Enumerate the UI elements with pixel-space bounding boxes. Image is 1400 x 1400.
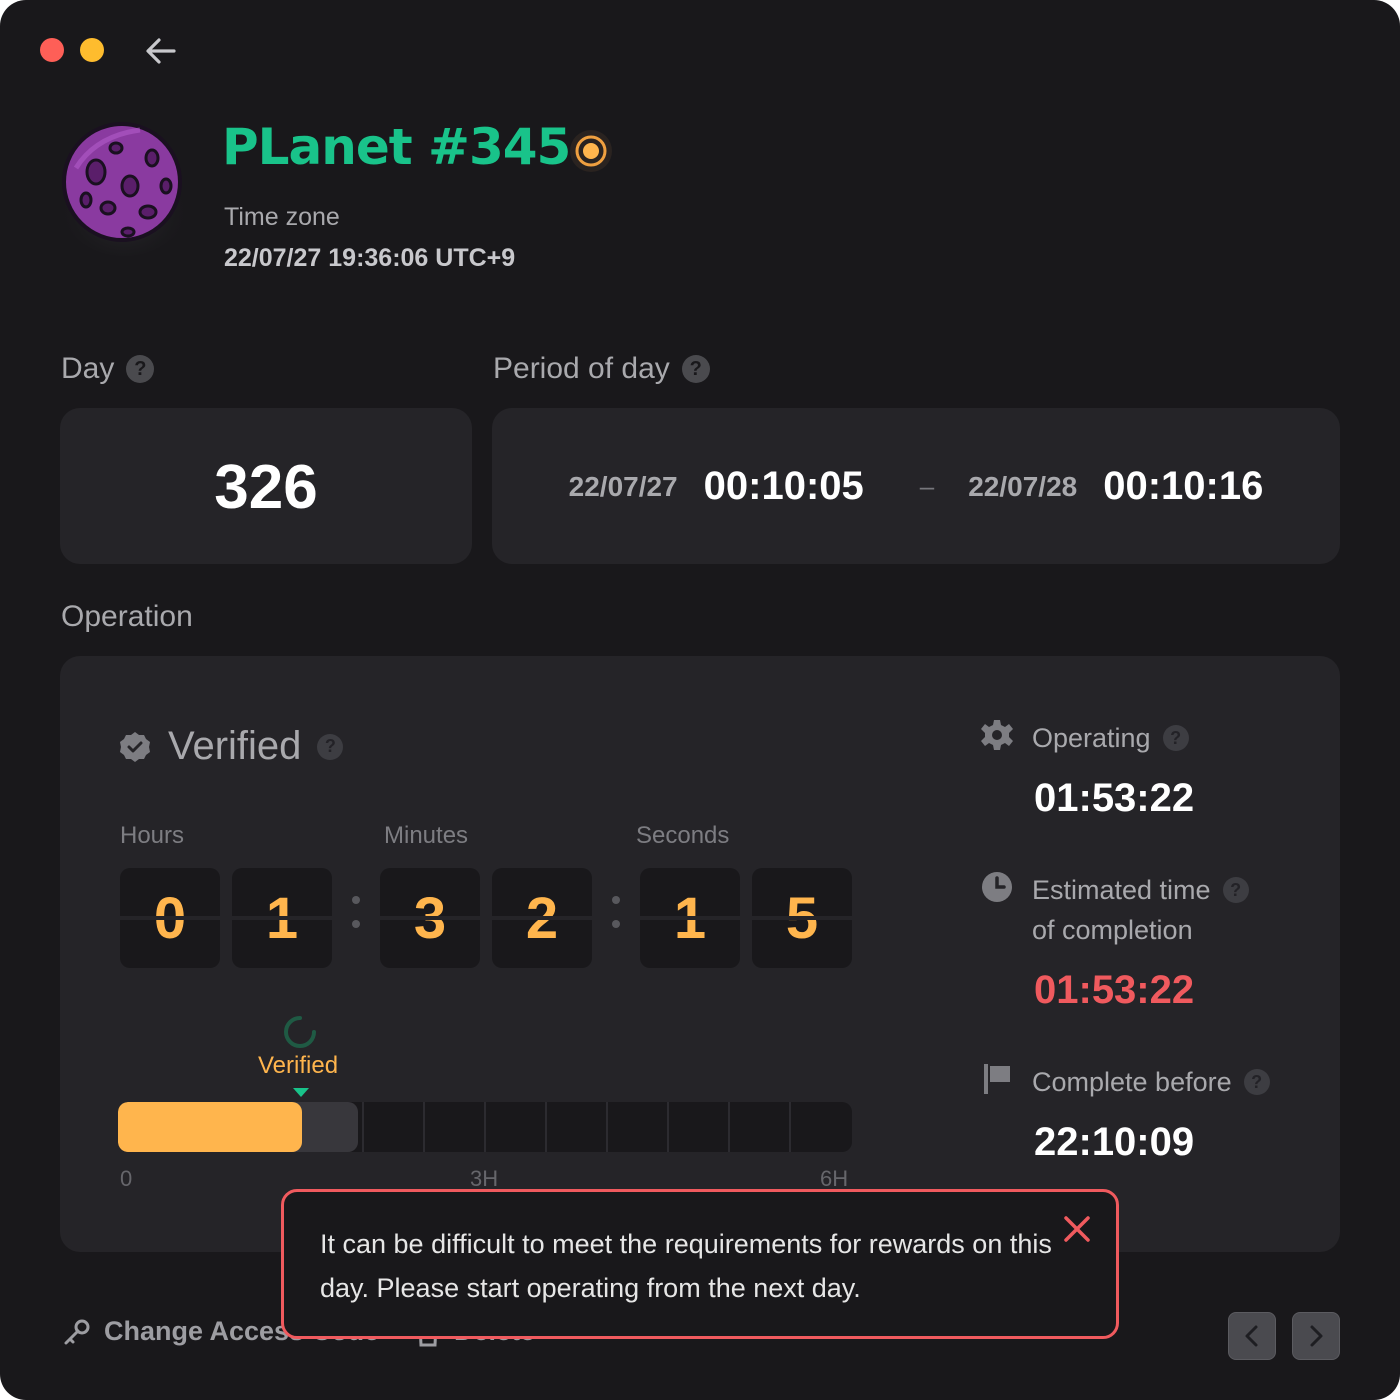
hours-ones-digit: 1 — [232, 868, 332, 968]
chevron-right-icon — [1310, 1325, 1323, 1347]
day-card: 326 — [60, 408, 472, 564]
complete-before-value: 22:10:09 — [1034, 1120, 1195, 1164]
estimated-label-line2: of completion — [1032, 915, 1193, 945]
operating-value: 01:53:22 — [1034, 776, 1195, 820]
period-separator: – — [919, 471, 935, 501]
operation-progress-bar — [118, 1102, 852, 1152]
key-icon — [64, 1319, 90, 1344]
minutes-label: Minutes — [384, 822, 469, 849]
progress-marker-pointer — [293, 1088, 309, 1097]
loading-spinner-icon — [284, 1016, 316, 1048]
time-colon — [352, 896, 360, 928]
day-value: 326 — [214, 453, 318, 522]
help-icon[interactable]: ? — [317, 733, 344, 760]
time-zone-value: 22/07/27 19:36:06 UTC+9 — [224, 244, 516, 272]
operating-label: Operating — [1032, 723, 1151, 753]
seconds-tens-digit: 1 — [640, 868, 740, 968]
period-start-date: 22/07/27 — [568, 470, 678, 502]
period-end-date: 22/07/28 — [968, 470, 1078, 502]
time-zone-label: Time zone — [224, 203, 340, 231]
warning-toast: It can be difficult to meet the requirem… — [281, 1189, 1119, 1339]
window-controls — [40, 38, 104, 62]
period-end-time: 00:10:16 — [1103, 464, 1264, 508]
minimize-window-button[interactable] — [80, 38, 104, 62]
close-window-button[interactable] — [40, 38, 64, 62]
progress-divider — [667, 1102, 669, 1152]
operation-section-label: Operation — [61, 600, 193, 634]
period-range: 22/07/27 00:10:05 – 22/07/28 00:10:16 — [492, 464, 1340, 509]
verified-status: Verified ? — [118, 724, 344, 769]
time-colon — [612, 896, 620, 928]
seconds-ones-digit: 5 — [752, 868, 852, 968]
progress-divider — [362, 1102, 364, 1152]
seconds-label: Seconds — [636, 822, 730, 849]
verified-status-text: Verified — [168, 724, 302, 768]
period-start-time: 00:10:05 — [703, 464, 864, 508]
complete-before-stat: Complete before ? 22:10:09 — [980, 1062, 1270, 1165]
verified-badge-icon — [120, 731, 150, 762]
flag-icon — [984, 1064, 1010, 1094]
operation-label: Operation — [61, 600, 193, 633]
planet-title: PLanet #345 — [222, 118, 571, 176]
estimated-completion-value: 01:53:22 — [1034, 968, 1195, 1012]
status-indicator-icon — [570, 130, 612, 172]
period-section-label: Period of day ? — [493, 352, 710, 386]
progress-marker-label: Verified — [258, 1052, 339, 1079]
period-label: Period of day — [493, 352, 670, 385]
progress-divider — [423, 1102, 425, 1152]
day-label: Day — [61, 352, 115, 385]
help-icon[interactable]: ? — [126, 355, 155, 383]
minutes-tens-digit: 3 — [380, 868, 480, 968]
estimated-label-line1: Estimated time — [1032, 875, 1211, 905]
gear-icon — [981, 720, 1013, 750]
operating-stat: Operating ? 01:53:22 — [980, 718, 1194, 821]
warning-message: It can be difficult to meet the requirem… — [320, 1229, 1052, 1303]
back-arrow-icon[interactable] — [144, 34, 178, 68]
next-button[interactable] — [1292, 1312, 1340, 1360]
minutes-ones-digit: 2 — [492, 868, 592, 968]
help-icon[interactable]: ? — [1162, 725, 1189, 751]
previous-button[interactable] — [1228, 1312, 1276, 1360]
close-icon[interactable] — [1062, 1214, 1092, 1244]
progress-divider — [606, 1102, 608, 1152]
complete-before-label: Complete before — [1032, 1067, 1232, 1097]
chevron-left-icon — [1245, 1325, 1258, 1347]
help-icon[interactable]: ? — [1243, 1069, 1270, 1095]
axis-tick-start: 0 — [120, 1166, 133, 1191]
progress-fill — [118, 1102, 302, 1152]
period-card: 22/07/27 00:10:05 – 22/07/28 00:10:16 — [492, 408, 1340, 564]
operation-card: Verified ? Hours Minutes Seconds 0 1 3 2… — [60, 656, 1340, 1252]
progress-divider — [484, 1102, 486, 1152]
app-window: PLanet #345 Time zone 22/07/27 19:36:06 … — [0, 0, 1400, 1400]
clock-icon — [982, 872, 1012, 902]
progress-divider — [728, 1102, 730, 1152]
help-icon[interactable]: ? — [681, 355, 710, 383]
help-icon[interactable]: ? — [1222, 877, 1249, 903]
day-section-label: Day ? — [61, 352, 155, 386]
hours-tens-digit: 0 — [120, 868, 220, 968]
hours-label: Hours — [120, 822, 185, 849]
planet-avatar — [58, 122, 190, 256]
progress-divider — [789, 1102, 791, 1152]
estimated-completion-stat: Estimated time ? of completion 01:53:22 — [980, 870, 1249, 1013]
progress-divider — [545, 1102, 547, 1152]
